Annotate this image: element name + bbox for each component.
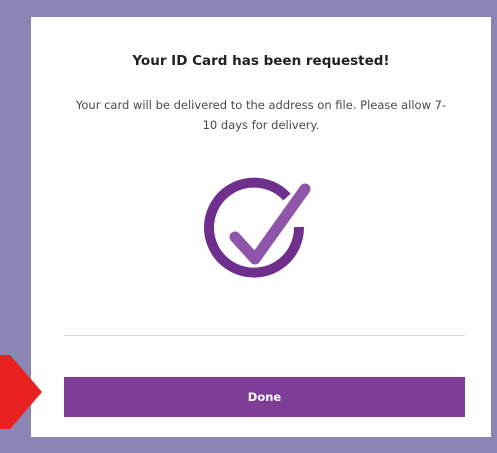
dialog-title: Your ID Card has been requested! xyxy=(132,53,390,69)
check-circle-icon xyxy=(179,159,329,294)
red-arrow-pointer xyxy=(0,345,48,445)
divider xyxy=(64,335,465,336)
done-button[interactable]: Done xyxy=(64,377,465,417)
screenshot-frame: Your ID Card has been requested! Your ca… xyxy=(0,0,497,453)
dialog-message: Your card will be delivered to the addre… xyxy=(75,98,447,132)
confirmation-dialog: Your ID Card has been requested! Your ca… xyxy=(31,17,491,437)
